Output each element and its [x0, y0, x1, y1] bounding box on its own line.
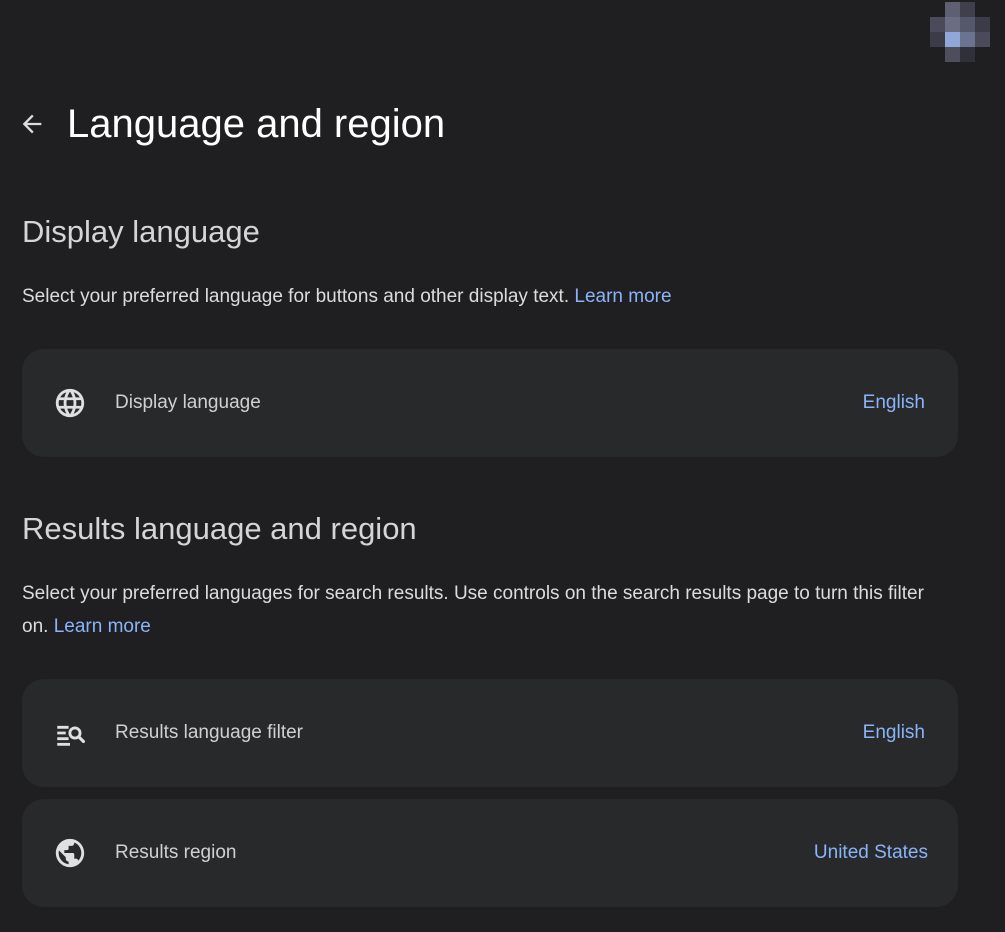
- results-language-filter-row[interactable]: Results language filter English: [22, 679, 958, 787]
- page-header: Language and region: [14, 98, 445, 150]
- public-globe-icon: [52, 835, 88, 871]
- results-language-description-text: Select your preferred languages for sear…: [22, 583, 924, 637]
- display-language-description-text: Select your preferred language for butto…: [22, 286, 570, 307]
- results-region-label: Results region: [115, 842, 237, 863]
- results-region-value: United States: [813, 842, 928, 863]
- avatar[interactable]: [930, 2, 990, 62]
- arrow-back-icon: [22, 114, 42, 134]
- results-language-learn-more-link[interactable]: Learn more: [54, 616, 151, 637]
- display-language-description: Select your preferred language for butto…: [22, 280, 952, 313]
- page-title: Language and region: [67, 101, 446, 146]
- search-filter-icon: [52, 715, 88, 751]
- results-region-row[interactable]: Results region United States: [22, 799, 958, 907]
- display-language-value: English: [862, 392, 925, 413]
- globe-icon: [52, 385, 88, 421]
- back-button[interactable]: [14, 106, 50, 142]
- results-language-description: Select your preferred languages for sear…: [22, 577, 952, 643]
- display-language-heading: Display language: [22, 214, 260, 249]
- display-language-learn-more-link[interactable]: Learn more: [574, 286, 671, 307]
- results-language-filter-label: Results language filter: [115, 722, 303, 743]
- results-language-heading: Results language and region: [22, 511, 417, 546]
- display-language-row[interactable]: Display language English: [22, 349, 958, 457]
- display-language-label: Display language: [115, 392, 261, 413]
- results-language-filter-value: English: [862, 722, 925, 743]
